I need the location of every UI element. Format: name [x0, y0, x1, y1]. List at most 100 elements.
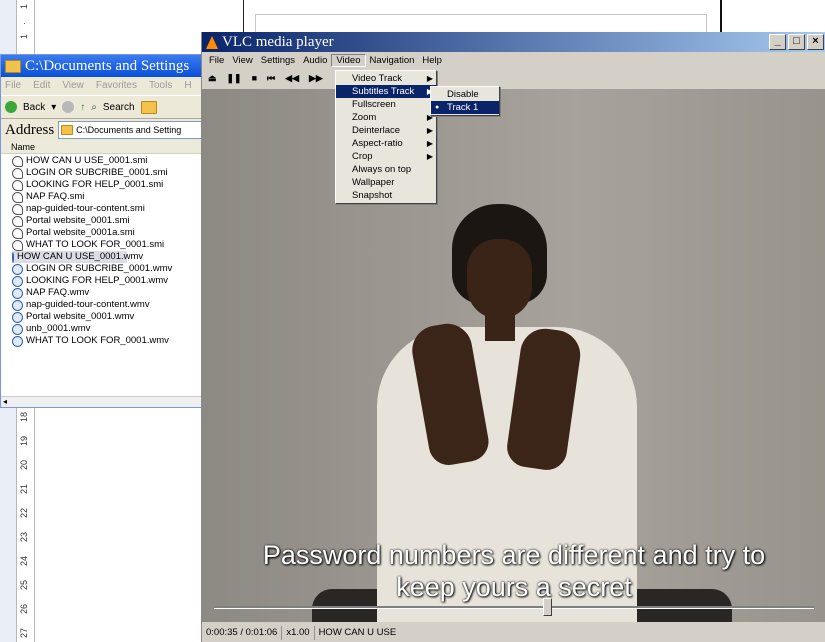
dropdown-arrow-icon[interactable]: ▾ [51, 102, 56, 113]
video-menu-item[interactable]: Deinterlace ▶ [336, 124, 436, 137]
file-list-item[interactable]: NAP FAQ.wmv [12, 287, 203, 299]
seek-handle[interactable] [543, 598, 552, 616]
file-list-item[interactable]: HOW CAN U USE_0001.smi [12, 155, 203, 167]
submenu-arrow-icon: ▶ [426, 139, 433, 148]
file-list-item[interactable]: Portal website_0001a.smi [12, 227, 203, 239]
video-person-face [467, 239, 532, 319]
video-menu-item[interactable]: Always on top [336, 163, 436, 176]
ruler-mark: · [19, 22, 29, 25]
video-menu-item[interactable]: Crop ▶ [336, 150, 436, 163]
file-list-item[interactable]: LOGIN OR SUBCRIBE_0001.wmv [12, 263, 203, 275]
subtitles-menu-item[interactable]: Disable [431, 88, 499, 101]
video-menu-item[interactable]: Snapshot [336, 189, 436, 202]
explorer-menu-favorites[interactable]: Favorites [96, 77, 137, 95]
menu-item-label: Subtitles Track [352, 86, 415, 97]
video-menu-item[interactable]: Aspect-ratio ▶ [336, 137, 436, 150]
scroll-left-icon[interactable]: ◂ [3, 397, 7, 406]
menu-item-label: Aspect-ratio [352, 138, 403, 149]
file-list-item[interactable]: WHAT TO LOOK FOR_0001.wmv [12, 335, 203, 347]
explorer-title: C:\Documents and Settings [25, 58, 190, 74]
file-list-item[interactable]: Portal website_0001.smi [12, 215, 203, 227]
explorer-menu-help[interactable]: H [184, 77, 191, 95]
up-folder-icon[interactable]: ↑ [80, 102, 85, 113]
file-name: WHAT TO LOOK FOR_0001.smi [26, 239, 165, 250]
subtitle-file-icon [12, 215, 23, 227]
ruler-mark: 27 [19, 628, 29, 639]
menu-item-label: Track 1 [447, 102, 479, 113]
explorer-toolbar: Back ▾ ↑ ⌕ Search [1, 95, 203, 119]
search-icon[interactable]: ⌕ [91, 102, 97, 113]
menu-item-label: Crop [352, 151, 373, 162]
maximize-button[interactable]: □ [788, 34, 805, 50]
address-label: Address [5, 121, 55, 138]
minimize-button[interactable]: _ [769, 34, 786, 50]
file-list-item[interactable]: LOGIN OR SUBCRIBE_0001.smi [12, 167, 203, 179]
menu-item-label: Video Track [352, 73, 402, 84]
video-menu-item[interactable]: Fullscreen [336, 98, 436, 111]
forward-arrow-icon[interactable] [62, 101, 75, 113]
file-list-item[interactable]: NAP FAQ.smi [12, 191, 203, 203]
vlc-menu-audio[interactable]: Audio [299, 55, 331, 66]
eject-icon[interactable]: ⏏ [208, 73, 217, 84]
explorer-menu-tools[interactable]: Tools [149, 77, 172, 95]
media-file-icon [12, 251, 14, 263]
file-name: WHAT TO LOOK FOR_0001.wmv [26, 335, 169, 346]
vlc-menu-settings[interactable]: Settings [257, 55, 299, 66]
file-list-item[interactable]: WHAT TO LOOK FOR_0001.smi [12, 239, 203, 251]
seek-track[interactable] [214, 606, 814, 609]
file-list-item[interactable]: unb_0001.wmv [12, 323, 203, 335]
vlc-menu-video[interactable]: Video [331, 54, 366, 67]
explorer-menu-edit[interactable]: Edit [33, 77, 50, 95]
video-menu-item[interactable]: Wallpaper [336, 176, 436, 189]
video-menu-item[interactable]: Zoom ▶ [336, 111, 436, 124]
subtitles-track-submenu: Disable ● Track 1 [430, 86, 500, 116]
address-input[interactable]: C:\Documents and Setting [58, 121, 203, 139]
file-list-item[interactable]: LOOKING FOR HELP_0001.wmv [12, 275, 203, 287]
vlc-menu-file[interactable]: File [205, 55, 228, 66]
video-area[interactable]: Password numbers are different and try t… [202, 89, 825, 622]
file-name: Portal website_0001a.smi [26, 227, 135, 238]
horizontal-scrollbar[interactable]: ◂ [1, 396, 203, 407]
media-file-icon [12, 299, 23, 311]
media-file-icon [12, 275, 23, 287]
vlc-menu-view[interactable]: View [228, 55, 256, 66]
rewind-icon[interactable]: ◀◀ [285, 73, 299, 84]
close-button[interactable]: × [807, 34, 824, 50]
previous-icon[interactable]: ⏮ [267, 73, 275, 84]
file-list-item[interactable]: HOW CAN U USE_0001.wmv [12, 251, 143, 263]
file-list-item[interactable]: LOOKING FOR HELP_0001.smi [12, 179, 203, 191]
ruler-mark: 21 [19, 484, 29, 495]
ruler-mark: 24 [19, 556, 29, 567]
video-menu-item[interactable]: Subtitles Track▶ [336, 85, 436, 98]
explorer-window: C:\Documents and Settings File Edit View… [0, 54, 204, 408]
fast-forward-icon[interactable]: ▶▶ [309, 73, 323, 84]
explorer-menu-file[interactable]: File [5, 77, 21, 95]
ruler-mark: 19 [19, 436, 29, 447]
file-list-item[interactable]: Portal website_0001.wmv [12, 311, 203, 323]
file-name: Portal website_0001.smi [26, 215, 130, 226]
vlc-menu-bar: File View Settings Audio Video Navigatio… [202, 52, 825, 69]
folders-icon[interactable] [140, 100, 157, 114]
explorer-menu-view[interactable]: View [62, 77, 84, 95]
video-menu-item[interactable]: Video Track ▶ [336, 72, 436, 85]
subtitles-menu-item[interactable]: ● Track 1 [431, 101, 499, 114]
vlc-menu-navigation[interactable]: Navigation [366, 55, 419, 66]
vlc-title-bar[interactable]: VLC media player _ □ × [202, 32, 825, 52]
search-button-label[interactable]: Search [103, 102, 135, 113]
menu-item-label: Wallpaper [352, 177, 395, 188]
file-list-item[interactable]: nap-guided-tour-content.smi [12, 203, 203, 215]
vlc-menu-help[interactable]: Help [418, 55, 446, 66]
file-name: Portal website_0001.wmv [26, 311, 135, 322]
explorer-title-bar[interactable]: C:\Documents and Settings [1, 55, 203, 77]
pause-icon[interactable]: ❚❚ [227, 73, 242, 84]
folder-icon [5, 59, 21, 73]
file-list-item[interactable]: nap-guided-tour-content.wmv [12, 299, 203, 311]
back-button-label[interactable]: Back [23, 102, 45, 113]
column-header-name[interactable]: Name [1, 141, 203, 154]
back-arrow-icon[interactable] [5, 101, 17, 113]
file-name: HOW CAN U USE_0001.wmv [17, 251, 144, 262]
stop-icon[interactable]: ■ [252, 73, 257, 83]
ruler-mark: 1 [19, 4, 29, 10]
ruler-mark: 23 [19, 532, 29, 543]
address-value: C:\Documents and Setting [76, 125, 182, 135]
